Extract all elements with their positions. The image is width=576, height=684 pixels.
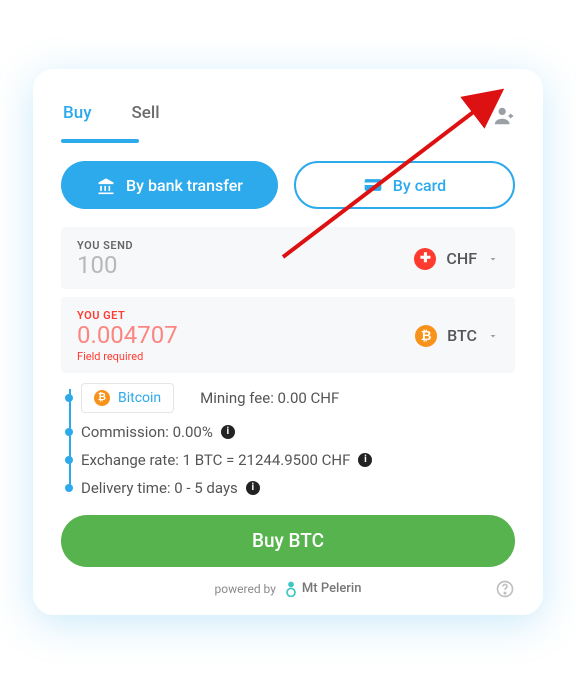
network-chip[interactable]: ₿ Bitcoin xyxy=(81,383,174,413)
get-currency-select[interactable]: ₿ BTC xyxy=(413,319,501,353)
info-icon[interactable]: i xyxy=(221,425,235,439)
commission-text: Commission: 0.00% xyxy=(81,423,213,441)
pay-bank-button[interactable]: By bank transfer xyxy=(61,161,278,209)
get-value[interactable]: 0.004707 xyxy=(77,322,178,348)
network-name: Bitcoin xyxy=(118,390,161,406)
powered-by-label: powered by xyxy=(215,582,276,596)
btc-mini-icon: ₿ xyxy=(94,390,110,406)
pay-card-label: By card xyxy=(393,176,446,195)
details: ₿ Bitcoin Mining fee: 0.00 CHF Commissio… xyxy=(67,383,515,497)
commission-row: Commission: 0.00% i xyxy=(81,423,515,441)
get-currency-label: BTC xyxy=(447,326,477,345)
network-row: ₿ Bitcoin Mining fee: 0.00 CHF xyxy=(81,383,515,413)
card-icon xyxy=(363,175,383,195)
tab-underline xyxy=(61,139,139,143)
help-icon[interactable] xyxy=(495,579,515,599)
mining-fee: Mining fee: 0.00 CHF xyxy=(200,389,339,407)
rate-text: Exchange rate: 1 BTC = 21244.9500 CHF xyxy=(81,451,350,469)
widget-card: Buy Sell By bank transfer By card YOU SE… xyxy=(33,69,543,615)
bank-icon xyxy=(96,175,116,195)
tab-sell[interactable]: Sell xyxy=(130,97,162,135)
mtpelerin-logo: Mt Pelerin xyxy=(284,581,362,597)
btc-icon: ₿ xyxy=(415,325,437,347)
brand-text: Mt Pelerin xyxy=(302,581,362,596)
rate-row: Exchange rate: 1 BTC = 21244.9500 CHF i xyxy=(81,451,515,469)
pay-card-button[interactable]: By card xyxy=(294,161,515,209)
payment-methods: By bank transfer By card xyxy=(61,161,515,209)
footer: powered by Mt Pelerin xyxy=(61,581,515,597)
send-currency-label: CHF xyxy=(446,249,477,268)
chevron-down-icon xyxy=(487,330,499,342)
get-field[interactable]: YOU GET 0.004707 Field required ₿ BTC xyxy=(61,297,515,373)
buy-button[interactable]: Buy BTC xyxy=(61,515,515,567)
pay-bank-label: By bank transfer xyxy=(126,176,243,195)
tabs: Buy Sell xyxy=(61,97,162,135)
top-bar: Buy Sell xyxy=(61,97,515,135)
send-value[interactable]: 100 xyxy=(77,252,133,278)
tab-buy[interactable]: Buy xyxy=(61,97,94,135)
send-field[interactable]: YOU SEND 100 ✚ CHF xyxy=(61,227,515,288)
send-currency-select[interactable]: ✚ CHF xyxy=(412,242,501,276)
get-label: YOU GET xyxy=(77,309,178,322)
login-icon[interactable] xyxy=(493,105,515,127)
info-icon[interactable]: i xyxy=(358,453,372,467)
info-icon[interactable]: i xyxy=(246,481,260,495)
chevron-down-icon xyxy=(487,253,499,265)
delivery-text: Delivery time: 0 - 5 days xyxy=(81,479,238,497)
delivery-row: Delivery time: 0 - 5 days i xyxy=(81,479,515,497)
logo-icon xyxy=(284,581,298,597)
get-error: Field required xyxy=(77,350,178,363)
chf-icon: ✚ xyxy=(414,248,436,270)
